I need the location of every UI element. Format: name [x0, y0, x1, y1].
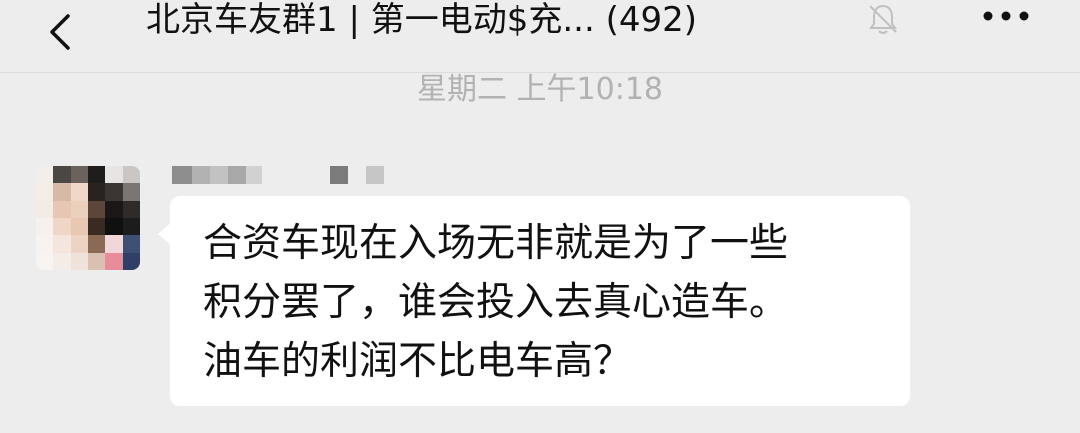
bell-muted-icon	[869, 4, 897, 34]
chat-title: 北京车友群1 | 第一电动$充... (492)	[146, 0, 697, 40]
sender-name-pixelated	[172, 166, 392, 184]
navigation-bar: 北京车友群1 | 第一电动$充... (492)	[0, 0, 1080, 73]
chevron-left-icon[interactable]	[42, 12, 82, 52]
avatar[interactable]	[36, 166, 140, 270]
message-text: 合资车现在入场无非就是为了一些 积分罢了，谁会投入去真心造车。 油车的利润不比电…	[203, 221, 789, 384]
more-dots-icon[interactable]	[980, 6, 1032, 26]
message-timestamp: 星期二 上午10:18	[417, 72, 663, 107]
